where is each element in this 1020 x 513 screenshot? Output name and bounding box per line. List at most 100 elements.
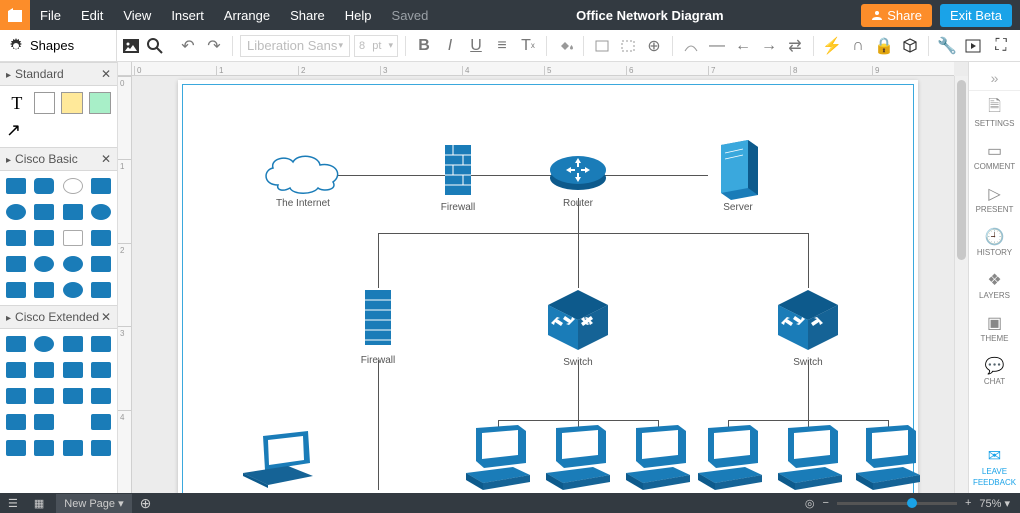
panel-cisco-basic[interactable]: ▸Cisco Basic ✕: [0, 147, 117, 171]
menu-help[interactable]: Help: [335, 8, 382, 23]
shape-item[interactable]: [32, 279, 56, 301]
shape-item[interactable]: [32, 201, 56, 223]
bold-button[interactable]: B: [413, 35, 435, 57]
shape-item[interactable]: [32, 359, 56, 381]
action-icon[interactable]: ⚡: [821, 35, 843, 57]
shape-item[interactable]: [4, 175, 28, 197]
connector[interactable]: [808, 360, 809, 420]
node-workstation[interactable]: [458, 423, 538, 493]
panel-cisco-extended[interactable]: ▸Cisco Extended ✕: [0, 305, 117, 329]
image-icon[interactable]: [123, 39, 139, 53]
node-workstation[interactable]: [848, 423, 928, 493]
swatch-white[interactable]: [34, 92, 56, 114]
line-curve-button[interactable]: [680, 35, 702, 57]
swatch-green[interactable]: [89, 92, 111, 114]
menu-file[interactable]: File: [30, 8, 71, 23]
close-icon[interactable]: ✕: [101, 310, 111, 324]
shape-item[interactable]: [89, 175, 113, 197]
redo-button[interactable]: ↷: [203, 35, 225, 57]
grid-view-button[interactable]: ▦: [26, 493, 52, 513]
node-internet[interactable]: [258, 150, 348, 195]
font-size[interactable]: 8pt▾: [354, 35, 398, 57]
gear-icon[interactable]: [8, 38, 24, 54]
line-swap-button[interactable]: ⇄: [784, 35, 806, 57]
node-router[interactable]: [548, 150, 608, 195]
shape-item[interactable]: [89, 253, 113, 275]
collapse-right-panel[interactable]: »: [969, 66, 1020, 91]
shape-item[interactable]: [61, 437, 85, 459]
chat-button[interactable]: 💬CHAT: [969, 351, 1020, 392]
shape-item[interactable]: [32, 333, 56, 355]
shape-item[interactable]: [4, 411, 28, 433]
line-style-button[interactable]: —: [706, 35, 728, 57]
list-view-button[interactable]: ☰: [0, 493, 26, 513]
shape-item[interactable]: [61, 359, 85, 381]
swatch-yellow[interactable]: [61, 92, 83, 114]
shape-rect-button[interactable]: [591, 35, 613, 57]
close-icon[interactable]: ✕: [101, 152, 111, 166]
line-arrow-right-button[interactable]: →: [758, 35, 780, 57]
node-workstation[interactable]: [538, 423, 618, 493]
shape-item[interactable]: [4, 227, 28, 249]
scrollbar-vertical[interactable]: [954, 76, 968, 493]
shape-item[interactable]: [89, 227, 113, 249]
underline-button[interactable]: U: [465, 35, 487, 57]
magnet-icon[interactable]: ∩: [847, 35, 869, 57]
theme-button[interactable]: ▣THEME: [969, 308, 1020, 349]
shape-item[interactable]: [89, 385, 113, 407]
undo-button[interactable]: ↶: [177, 35, 199, 57]
connector[interactable]: [578, 360, 579, 420]
node-laptop[interactable]: [238, 428, 318, 488]
shape-item[interactable]: [89, 411, 113, 433]
line-arrow-left-button[interactable]: ←: [732, 35, 754, 57]
target-icon[interactable]: ◎: [805, 497, 815, 510]
canvas[interactable]: 0123456789 01234: [118, 62, 968, 493]
italic-button[interactable]: I: [439, 35, 461, 57]
node-switch[interactable]: [773, 285, 843, 355]
cube-icon[interactable]: [899, 35, 921, 57]
add-page-button[interactable]: ⊕: [140, 495, 152, 512]
document-title[interactable]: Office Network Diagram: [438, 8, 861, 23]
shape-item[interactable]: [4, 279, 28, 301]
arrow-tool[interactable]: ↗: [0, 120, 117, 147]
font-select[interactable]: Liberation Sans▾: [240, 35, 350, 57]
shape-item[interactable]: [61, 201, 85, 223]
shape-item[interactable]: [4, 253, 28, 275]
node-workstation[interactable]: [618, 423, 698, 493]
connector[interactable]: [378, 233, 379, 288]
layers-button[interactable]: ❖LAYERS: [969, 265, 1020, 306]
node-switch[interactable]: [543, 285, 613, 355]
connector[interactable]: [378, 360, 379, 490]
search-icon[interactable]: [147, 38, 163, 54]
shape-item[interactable]: [32, 227, 56, 249]
history-button[interactable]: 🕘HISTORY: [969, 222, 1020, 263]
comment-button[interactable]: ▭COMMENT: [969, 136, 1020, 177]
zoom-level[interactable]: 75% ▾: [979, 497, 1010, 510]
shape-item[interactable]: [4, 437, 28, 459]
menu-edit[interactable]: Edit: [71, 8, 113, 23]
align-button[interactable]: ≡: [491, 35, 513, 57]
shape-item[interactable]: [32, 411, 56, 433]
connector[interactable]: [578, 233, 579, 288]
shape-item[interactable]: [89, 437, 113, 459]
shape-item[interactable]: [89, 333, 113, 355]
new-page-button[interactable]: New Page ▾: [56, 494, 131, 513]
shape-item[interactable]: [61, 385, 85, 407]
shape-item[interactable]: [4, 385, 28, 407]
connector[interactable]: [378, 233, 808, 234]
shape-item[interactable]: [32, 385, 56, 407]
page[interactable]: The Internet Firewall Router Server: [178, 80, 918, 493]
menu-share[interactable]: Share: [280, 8, 335, 23]
panel-standard[interactable]: ▸Standard ✕: [0, 62, 117, 86]
node-firewall[interactable]: [443, 140, 473, 200]
exit-beta-button[interactable]: Exit Beta: [940, 4, 1012, 27]
wrench-icon[interactable]: 🔧: [936, 35, 958, 57]
app-logo[interactable]: [0, 0, 30, 30]
shape-item[interactable]: [61, 333, 85, 355]
present-button[interactable]: ▷PRESENT: [969, 179, 1020, 220]
shape-item[interactable]: [32, 253, 56, 275]
shape-align-button[interactable]: ⊕: [643, 35, 665, 57]
shape-item[interactable]: [4, 359, 28, 381]
shape-item[interactable]: [4, 333, 28, 355]
shape-item[interactable]: [61, 175, 85, 197]
